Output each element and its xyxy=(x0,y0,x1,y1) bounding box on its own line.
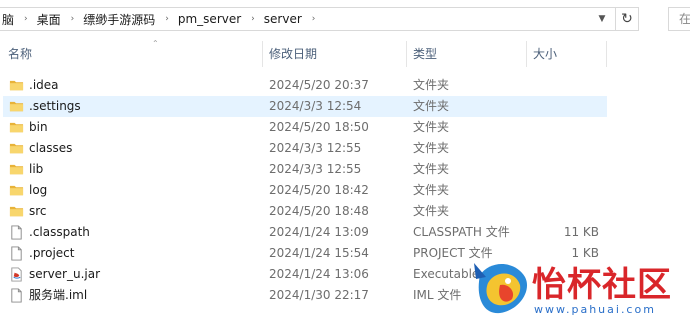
folder-icon xyxy=(9,162,24,177)
file-name: .classpath xyxy=(29,225,90,239)
breadcrumb-item[interactable]: server xyxy=(262,12,304,26)
file-date: 2024/1/24 13:06 xyxy=(269,267,369,281)
jar-icon xyxy=(9,267,24,282)
column-name-header[interactable]: 名称 xyxy=(8,38,32,70)
file-name: log xyxy=(29,183,48,197)
file-type: 文件夹 xyxy=(413,99,450,113)
watermark-logo: 怡杯社区 www.pahuai.com xyxy=(470,255,690,323)
file-name: .idea xyxy=(29,78,59,92)
file-date: 2024/3/3 12:55 xyxy=(269,162,362,176)
file-row[interactable]: .classpath 2024/1/24 13:09 CLASSPATH 文件 11 … xyxy=(0,222,690,243)
file-icon xyxy=(9,225,24,240)
column-divider[interactable] xyxy=(606,41,607,67)
file-row[interactable]: .idea 2024/5/20 20:37 文件夹 xyxy=(0,75,690,96)
bird-logo-icon xyxy=(474,263,528,314)
column-divider[interactable] xyxy=(262,41,263,67)
file-row[interactable]: bin 2024/5/20 18:50 文件夹 xyxy=(0,117,690,138)
file-name: server_u.jar xyxy=(29,267,101,281)
breadcrumb-item[interactable]: 缥缈手游源码 xyxy=(81,11,157,28)
column-header: ⌃ 名称 修改日期 类型 大小 xyxy=(0,38,690,70)
file-date: 2024/3/3 12:55 xyxy=(269,141,362,155)
file-type: CLASSPATH 文件 xyxy=(413,225,510,239)
watermark-url: www.pahuai.com xyxy=(534,303,656,316)
breadcrumb-item[interactable]: 桌面 xyxy=(35,11,63,28)
file-name: .settings xyxy=(29,99,81,113)
chevron-right-icon[interactable]: › xyxy=(157,14,176,24)
file-date: 2024/1/30 22:17 xyxy=(269,288,369,302)
sort-up-icon: ⌃ xyxy=(152,39,159,48)
file-date: 2024/1/24 13:09 xyxy=(269,225,369,239)
breadcrumb-item[interactable]: 脑 xyxy=(0,11,16,28)
file-date: 2024/5/20 18:42 xyxy=(269,183,369,197)
file-icon xyxy=(9,288,24,303)
file-date: 2024/5/20 18:48 xyxy=(269,204,369,218)
breadcrumb: 脑 › 桌面 › 缥缈手游源码 › pm_server › server › xyxy=(0,8,322,30)
column-divider[interactable] xyxy=(526,41,527,67)
address-bar[interactable]: 脑 › 桌面 › 缥缈手游源码 › pm_server › server › ▼ ↻ xyxy=(0,7,639,31)
file-row[interactable]: lib 2024/3/3 12:55 文件夹 xyxy=(0,159,690,180)
file-row[interactable]: .settings 2024/3/3 12:54 文件夹 xyxy=(3,96,607,117)
folder-icon xyxy=(9,99,24,114)
file-name: classes xyxy=(29,141,73,155)
chevron-right-icon[interactable]: › xyxy=(16,14,35,24)
watermark-title: 怡杯社区 xyxy=(532,265,672,305)
file-name: .project xyxy=(29,246,75,260)
file-date: 2024/1/24 15:54 xyxy=(269,246,369,260)
file-row[interactable]: classes 2024/3/3 12:55 文件夹 xyxy=(0,138,690,159)
folder-icon xyxy=(9,183,24,198)
breadcrumb-item[interactable]: pm_server xyxy=(176,12,243,26)
refresh-icon[interactable]: ↻ xyxy=(615,8,638,30)
file-date: 2024/3/3 12:54 xyxy=(269,99,362,113)
file-row[interactable]: log 2024/5/20 18:42 文件夹 xyxy=(0,180,690,201)
column-size-header[interactable]: 大小 xyxy=(533,38,557,70)
file-name: bin xyxy=(29,120,48,134)
file-icon xyxy=(9,246,24,261)
file-size: 11 KB xyxy=(563,225,599,239)
search-input[interactable]: 在 xyxy=(668,7,690,31)
file-type: IML 文件 xyxy=(413,288,462,302)
folder-icon xyxy=(9,78,24,93)
chevron-right-icon[interactable]: › xyxy=(304,14,323,24)
file-type: 文件夹 xyxy=(413,120,450,134)
column-divider[interactable] xyxy=(406,41,407,67)
file-type: 文件夹 xyxy=(413,141,450,155)
column-type-header[interactable]: 类型 xyxy=(413,38,437,70)
chevron-right-icon[interactable]: › xyxy=(63,14,82,24)
file-type: 文件夹 xyxy=(413,78,450,92)
chevron-down-icon[interactable]: ▼ xyxy=(596,8,608,30)
file-date: 2024/5/20 18:50 xyxy=(269,120,369,134)
file-type: 文件夹 xyxy=(413,183,450,197)
file-row[interactable]: src 2024/5/20 18:48 文件夹 xyxy=(0,201,690,222)
folder-icon xyxy=(9,204,24,219)
file-name: 服务端.iml xyxy=(29,288,88,302)
folder-icon xyxy=(9,120,24,135)
column-date-header[interactable]: 修改日期 xyxy=(269,38,317,70)
chevron-right-icon[interactable]: › xyxy=(243,14,262,24)
file-type: 文件夹 xyxy=(413,162,450,176)
file-name: lib xyxy=(29,162,44,176)
file-date: 2024/5/20 20:37 xyxy=(269,78,369,92)
file-name: src xyxy=(29,204,47,218)
folder-icon xyxy=(9,141,24,156)
file-type: 文件夹 xyxy=(413,204,450,218)
